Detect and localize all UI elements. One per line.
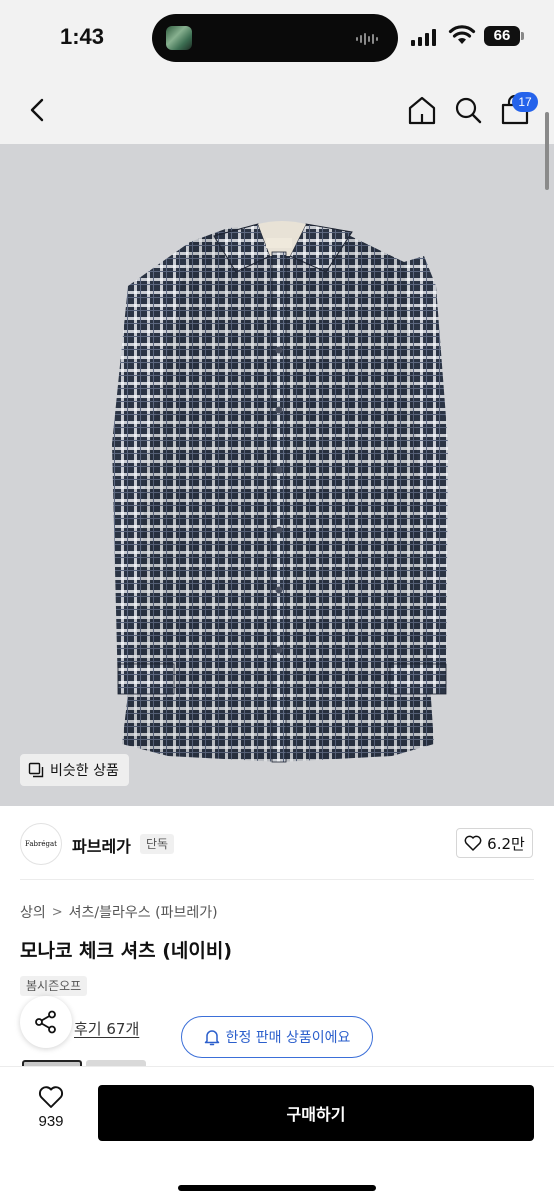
section-divider: [20, 879, 534, 880]
status-time: 1:43: [60, 24, 105, 49]
bottom-action-bar: 939 구매하기: [0, 1066, 554, 1200]
home-indicator[interactable]: [178, 1185, 376, 1191]
now-playing-artwork: [166, 26, 192, 50]
breadcrumb-item[interactable]: 셔츠/블라우스 (파브레가): [69, 902, 218, 922]
share-button[interactable]: [20, 996, 72, 1048]
back-icon[interactable]: [24, 94, 52, 126]
breadcrumb-item[interactable]: 상의: [20, 902, 46, 922]
wishlist-button[interactable]: 939: [20, 1085, 82, 1141]
chevron-right-icon: >: [51, 904, 63, 920]
breadcrumb: 상의 > 셔츠/블라우스 (파브레가): [20, 902, 218, 922]
wifi-icon: [448, 25, 476, 44]
reviews-link[interactable]: 후기 67개: [74, 1018, 139, 1039]
brand-name[interactable]: 파브레가: [72, 833, 131, 857]
share-icon: [35, 1010, 56, 1034]
buy-button[interactable]: 구매하기: [98, 1085, 534, 1141]
similar-items-icon: [28, 762, 44, 778]
search-icon[interactable]: [452, 94, 484, 126]
brand-logo[interactable]: Fabrégat: [20, 823, 62, 865]
battery-indicator: 66: [484, 26, 524, 46]
cart-count-badge: 17: [512, 92, 538, 112]
audio-waveform-icon: [356, 33, 378, 45]
cellular-signal-icon: [411, 28, 436, 46]
limited-sale-notice[interactable]: 한정 판매 상품이에요: [181, 1016, 373, 1058]
brand-like-button[interactable]: 6.2만: [456, 828, 533, 858]
similar-products-button[interactable]: 비슷한 상품: [20, 754, 129, 786]
shirt-illustration: [112, 221, 448, 763]
dynamic-island: [152, 14, 398, 62]
brand-row: Fabrégat 파브레가 단독 6.2만: [0, 806, 554, 880]
page-scrollbar[interactable]: [545, 112, 549, 190]
status-bar: 1:43 66: [0, 0, 554, 76]
brand-logo-text: Fabrégat: [25, 840, 57, 848]
exclusive-tag: 단독: [140, 834, 175, 854]
home-icon[interactable]: [406, 94, 438, 126]
season-off-badge: 봄시즌오프: [20, 976, 88, 996]
heart-outline-icon: [464, 835, 482, 851]
bell-icon: [204, 1030, 219, 1046]
top-navigation: [0, 76, 554, 144]
brand-like-count: 6.2만: [487, 834, 525, 853]
wishlist-count: 939: [38, 1113, 64, 1130]
heart-outline-icon: [38, 1086, 64, 1108]
similar-products-label: 비슷한 상품: [50, 763, 119, 779]
limited-sale-label: 한정 판매 상품이에요: [225, 1030, 351, 1046]
product-image[interactable]: 비슷한 상품: [0, 144, 554, 806]
product-title: 모나코 체크 셔츠 (네이비): [20, 940, 233, 962]
